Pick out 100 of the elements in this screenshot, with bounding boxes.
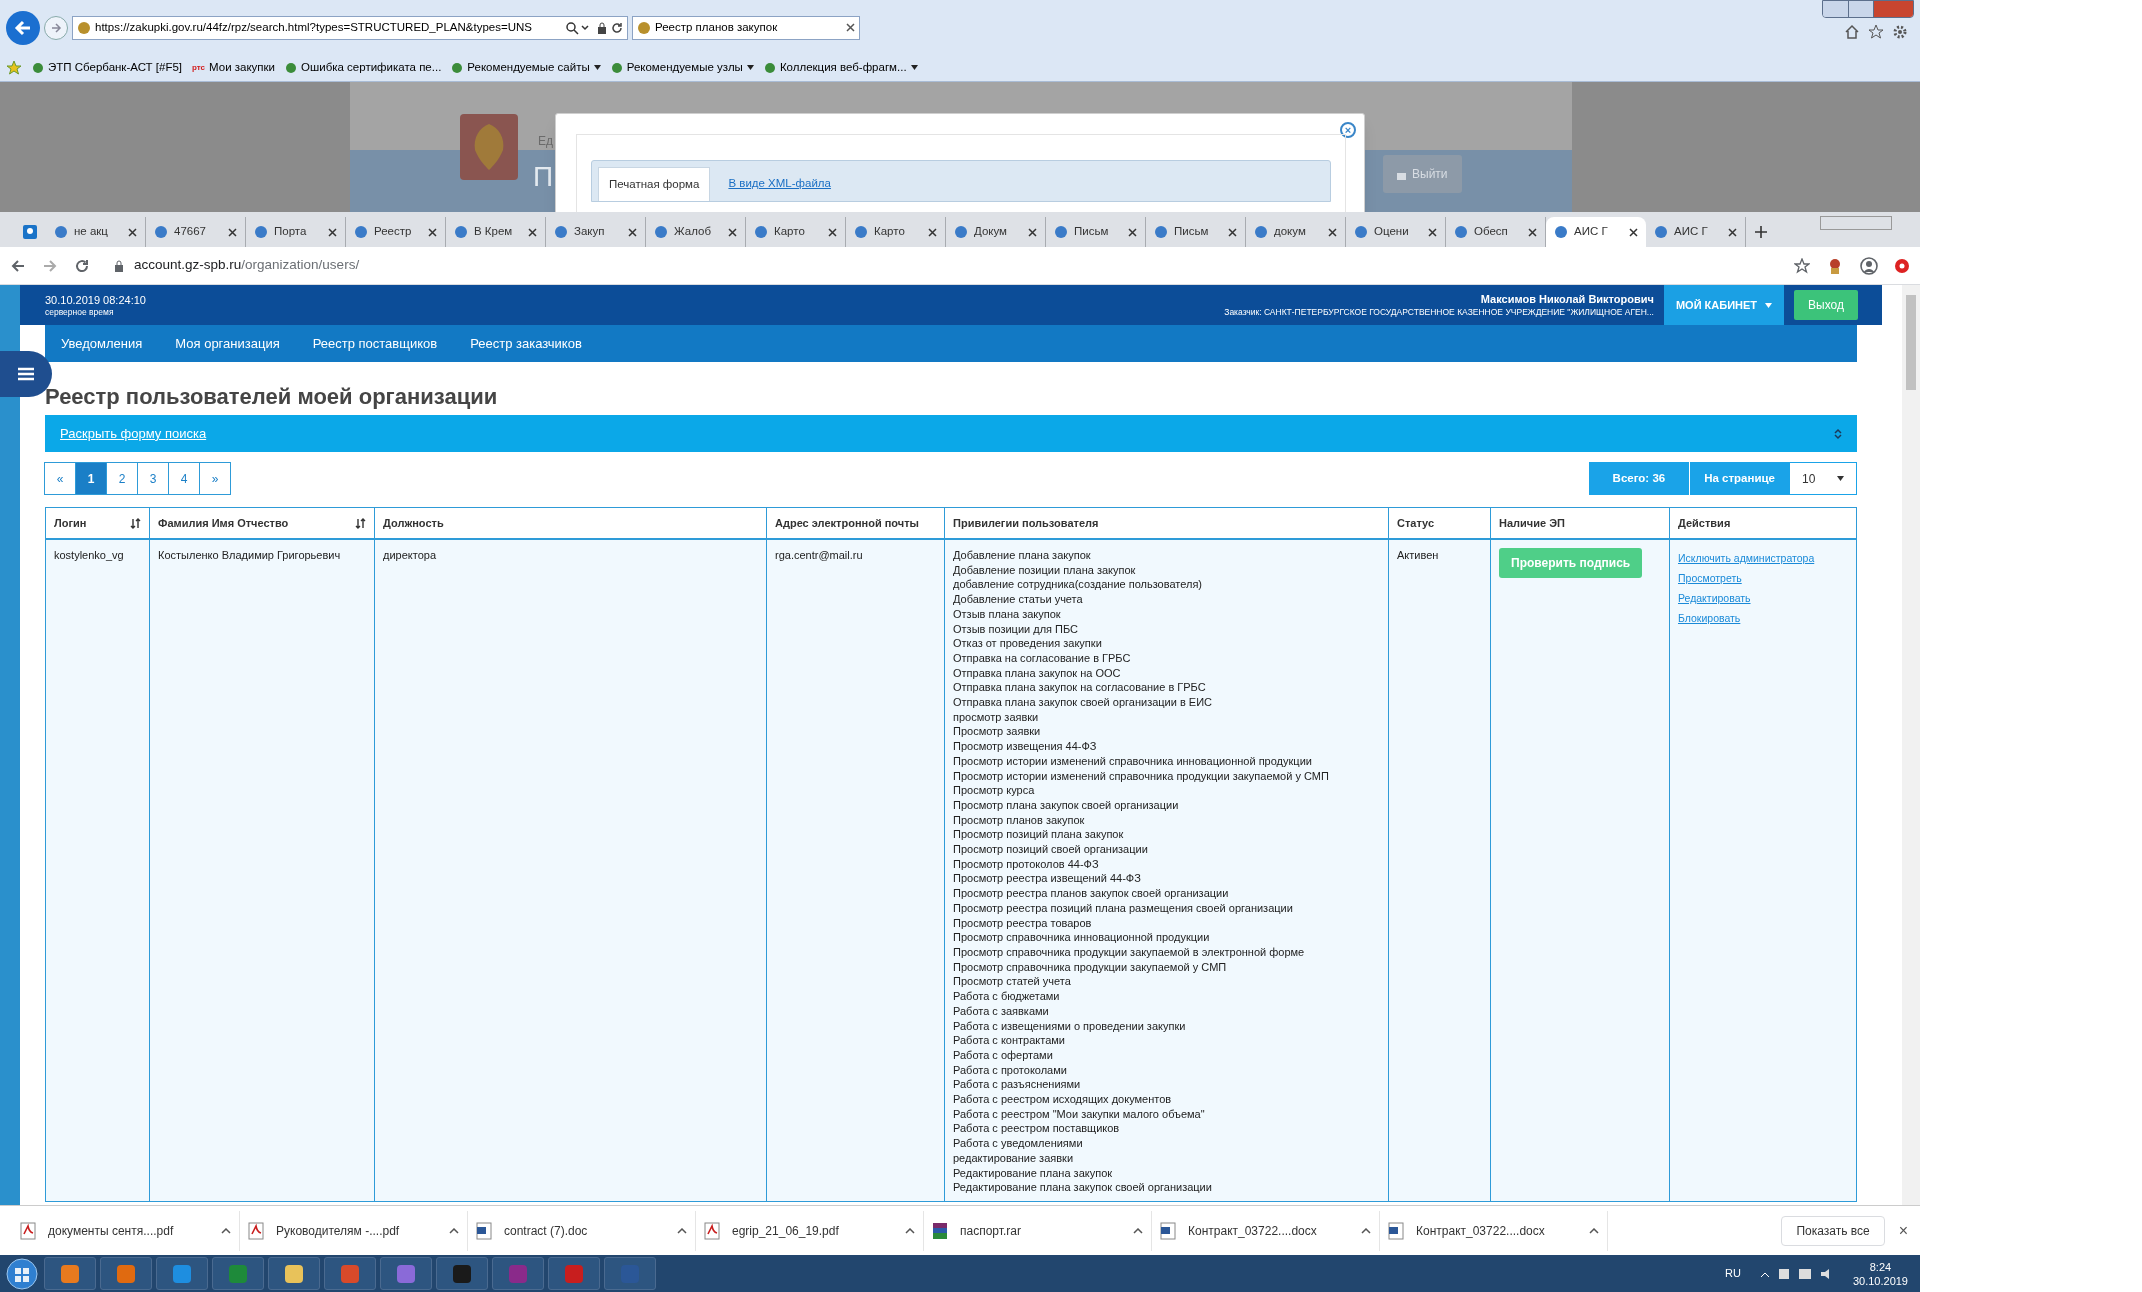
download-item[interactable]: документы сентя....pdf [12, 1210, 240, 1251]
action-link[interactable]: Редактировать [1678, 588, 1848, 608]
browser-tab[interactable]: не акц [46, 217, 146, 247]
settings-icon[interactable] [1892, 24, 1908, 40]
taskbar-app-button[interactable] [268, 1257, 320, 1290]
privilege-item: редактирование заявки [953, 1150, 1075, 1166]
favorite-link[interactable]: Ошибка сертификата пе... [285, 58, 442, 77]
page-button[interactable]: « [44, 462, 76, 495]
close-icon[interactable] [1028, 227, 1037, 237]
address-bar[interactable]: account.gz-spb.ru/organization/users/ [106, 251, 1778, 280]
show-all-button[interactable]: Показать все [1781, 1215, 1885, 1246]
dialog-tab[interactable]: Печатная форма [598, 167, 711, 201]
bookmark-star-icon[interactable] [1794, 257, 1810, 274]
start-button[interactable] [4, 1256, 40, 1291]
taskbar-app-button[interactable] [436, 1257, 488, 1290]
close-icon[interactable] [1428, 227, 1437, 237]
browser-tab[interactable]: Реестр [346, 217, 446, 247]
action-link[interactable]: Просмотреть [1678, 568, 1848, 588]
chevron-icon[interactable] [1361, 1227, 1371, 1234]
close-icon[interactable] [928, 227, 937, 237]
favorite-link[interactable]: ртс Мои закупки [192, 58, 276, 77]
browser-tab[interactable]: Порта [246, 217, 346, 247]
close-icon[interactable] [1728, 227, 1737, 237]
favorite-link[interactable]: Рекомендуемые узлы [610, 58, 754, 77]
close-icon[interactable] [528, 227, 537, 237]
star-icon[interactable] [1868, 24, 1884, 40]
browser-tab[interactable]: Оцени [1346, 217, 1446, 247]
browser-tab[interactable]: докум [1246, 217, 1346, 247]
back-icon[interactable] [10, 257, 26, 274]
close-button[interactable]: × [1898, 1218, 1908, 1243]
browser-tab[interactable]: Закуп [546, 217, 646, 247]
favorite-link[interactable]: Рекомендуемые сайты [451, 58, 601, 77]
nav-link[interactable]: Реестр поставщиков [312, 333, 438, 354]
language-indicator[interactable]: RU [1725, 1265, 1741, 1282]
record-icon[interactable] [1894, 257, 1910, 274]
chevron-icon[interactable] [677, 1227, 687, 1234]
address-field[interactable]: https://zakupki.gov.ru/44fz/rpz/search.html?types=STRUCTURED_PLAN&types=UNS [72, 15, 628, 40]
page-button[interactable]: 1 [75, 462, 107, 495]
browser-tab[interactable]: Реестр планов закупок [632, 15, 860, 40]
download-item[interactable]: egrip_21_06_19.pdf [696, 1210, 924, 1251]
browser-tab[interactable]: АИС Г [1646, 217, 1746, 247]
page-button[interactable]: 4 [168, 462, 200, 495]
download-item[interactable]: contract (7).doc [468, 1210, 696, 1251]
browser-tab[interactable]: В Крем [446, 217, 546, 247]
close-icon[interactable] [728, 227, 737, 237]
per-page-select[interactable]: 10 [1789, 462, 1857, 495]
expand-icon[interactable] [1834, 427, 1842, 440]
nav-link[interactable]: Моя организация [175, 333, 280, 354]
dialog-tab[interactable]: В виде XML-файла [724, 167, 835, 201]
browser-tab[interactable]: Жалоб [646, 217, 746, 247]
download-item[interactable]: Контракт_03722....docx [1380, 1210, 1608, 1251]
close-button[interactable]: × [1340, 122, 1356, 138]
favorites-star-icon[interactable] [6, 59, 22, 76]
window-controls[interactable] [1822, 0, 1914, 18]
page-button[interactable]: 3 [137, 462, 169, 495]
page-button[interactable]: » [199, 462, 231, 495]
refresh-icon[interactable] [611, 21, 623, 34]
browser-tab[interactable]: 47667 [146, 217, 246, 247]
scrollbar[interactable] [1902, 285, 1920, 1205]
chevron-icon[interactable] [905, 1227, 915, 1234]
close-icon[interactable] [628, 227, 637, 237]
action-link[interactable]: Исключить администратора [1678, 548, 1848, 568]
nav-link[interactable]: Уведомления [61, 333, 143, 354]
favorite-link[interactable]: ЭТП Сбербанк-АСТ [#F5] [32, 58, 182, 77]
action-link[interactable]: Блокировать [1678, 608, 1848, 628]
account-icon[interactable] [1860, 256, 1878, 275]
nav-link[interactable]: Реестр заказчиков [470, 333, 582, 354]
back-button[interactable] [6, 10, 40, 45]
chevron-icon[interactable] [221, 1227, 231, 1234]
download-item[interactable]: паспорт.rar [924, 1210, 1152, 1251]
close-icon[interactable] [1128, 227, 1137, 237]
close-icon[interactable] [1228, 227, 1237, 237]
table-cell-text: Костыленко Владимир Григорьевич [158, 548, 342, 563]
browser-tab[interactable]: Докум [946, 217, 1046, 247]
close-icon[interactable] [428, 227, 437, 237]
browser-tab[interactable]: Карто [746, 217, 846, 247]
close-icon[interactable] [228, 227, 237, 237]
new-tab-icon[interactable] [1755, 226, 1767, 238]
close-icon[interactable] [846, 23, 855, 32]
sort-icon[interactable] [130, 517, 141, 529]
reload-icon[interactable] [74, 257, 90, 274]
sort-icon[interactable] [355, 517, 366, 529]
browser-tab[interactable]: Карто [846, 217, 946, 247]
favorite-link[interactable]: Коллекция веб-фрагм... [763, 58, 918, 77]
chevron-icon[interactable] [1133, 1227, 1143, 1234]
close-icon[interactable] [1528, 227, 1537, 237]
chevron-icon[interactable] [449, 1227, 459, 1234]
home-icon[interactable] [1844, 24, 1860, 40]
close-icon[interactable] [1328, 227, 1337, 237]
close-icon[interactable] [328, 227, 337, 237]
close-icon[interactable] [1629, 227, 1638, 237]
browser-tab[interactable]: Письм [1146, 217, 1246, 247]
browser-tab[interactable]: АИС Г [1546, 217, 1646, 247]
close-icon[interactable] [828, 227, 837, 237]
download-item[interactable]: Руководителям -....pdf [240, 1210, 468, 1251]
browser-tab[interactable]: Письм [1046, 217, 1146, 247]
page-button[interactable]: 2 [106, 462, 138, 495]
chevron-icon[interactable] [1589, 1227, 1599, 1234]
close-icon[interactable] [128, 227, 137, 237]
download-item[interactable]: Контракт_03722....docx [1152, 1210, 1380, 1251]
